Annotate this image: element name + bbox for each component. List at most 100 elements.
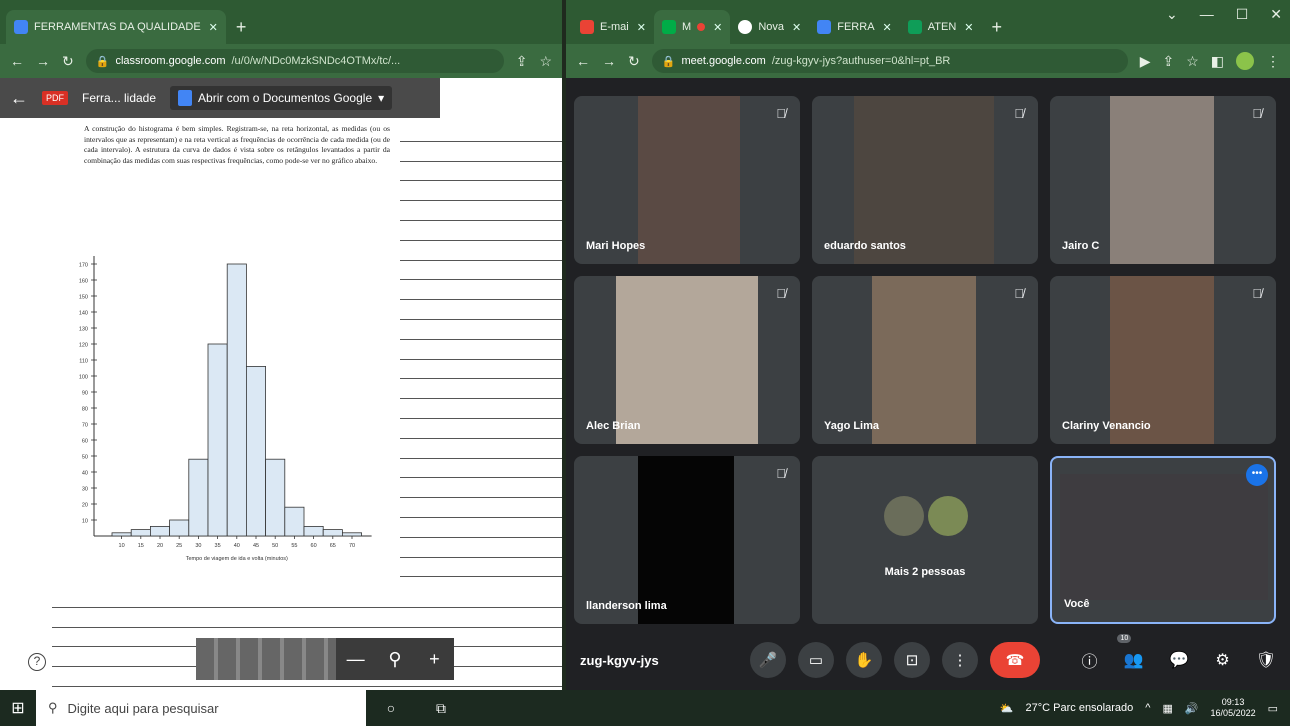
close-icon[interactable]: ✕ [637, 21, 646, 34]
profile-avatar[interactable] [1236, 52, 1254, 70]
end-call-button[interactable]: ☎ [990, 642, 1040, 678]
close-icon[interactable]: ✕ [964, 21, 973, 34]
help-icon[interactable]: ? [28, 653, 46, 671]
tab-search-icon[interactable]: ⌄ [1166, 6, 1178, 23]
back-arrow-icon[interactable]: ← [10, 88, 28, 109]
tab-nova[interactable]: Nova ✕ [730, 10, 809, 44]
raise-hand-button[interactable]: ✋ [846, 642, 882, 678]
participant-tile[interactable]: 🎙̸ Clariny Venancio [1050, 276, 1276, 444]
more-participants-label: Mais 2 pessoas [884, 566, 966, 578]
host-controls-icon[interactable]: 🛡 [1256, 650, 1276, 670]
bookmark-icon[interactable]: ☆ [1186, 53, 1199, 70]
tab-label: FERRAMENTAS DA QUALIDADE [34, 21, 201, 33]
mic-off-icon: 🎙̸ [1014, 286, 1024, 301]
y-tick-label: 150 [79, 295, 88, 301]
meet-address-bar-row: ← → ↻ 🔒 meet.google.com /zug-kgyv-jys?au… [566, 44, 1290, 78]
zoom-bar: — ⚲ + [196, 638, 454, 680]
close-icon[interactable]: ✕ [209, 21, 218, 34]
weather-text[interactable]: 27°C Parc ensolarado [1026, 702, 1134, 714]
task-view-icon[interactable]: ⧉ [416, 700, 466, 717]
date: 16/05/2022 [1210, 708, 1256, 718]
close-icon[interactable]: ✕ [713, 21, 722, 34]
weather-icon[interactable]: ⛅ [1000, 702, 1014, 715]
people-icon[interactable]: 👥 [1124, 650, 1144, 670]
camera-indicator-icon[interactable]: ▶ [1140, 53, 1151, 70]
close-window-icon[interactable]: ✕ [1270, 6, 1282, 23]
url-path: /zug-kgyv-jys?authuser=0&hl=pt_BR [771, 55, 951, 67]
chevron-down-icon: ▾ [378, 91, 385, 105]
mic-off-icon: 🎙̸ [1014, 106, 1024, 121]
participant-tile[interactable]: 🎙̸ Yago Lima [812, 276, 1038, 444]
zoom-in-button[interactable]: + [415, 649, 454, 670]
y-tick-label: 80 [82, 407, 88, 413]
reload-icon[interactable]: ↻ [628, 53, 640, 70]
volume-icon[interactable]: 🔊 [1185, 702, 1199, 715]
tab-ferramentas[interactable]: FERRAMENTAS DA QUALIDADE ✕ [6, 10, 226, 44]
new-tab-button[interactable]: + [982, 10, 1013, 44]
share-icon[interactable]: ⇪ [516, 53, 528, 70]
histogram-chart: 10 20 30 40 50 60 70 80 90 100 110 120 130 140 150 160 1… [79, 256, 372, 562]
forward-icon[interactable]: → [602, 53, 616, 69]
pdf-viewer: A construção do histograma é bem simples… [0, 78, 562, 690]
x-axis-label: Tempo de viagem de ida e volta (minutos) [186, 556, 288, 562]
x-tick-label: 50 [272, 543, 278, 549]
network-icon[interactable]: ▦ [1162, 702, 1172, 715]
notifications-icon[interactable]: ▭ [1268, 702, 1278, 715]
minimize-icon[interactable]: — [1200, 6, 1214, 23]
windows-start-icon[interactable]: ⊞ [0, 690, 36, 726]
video-feed [638, 456, 734, 624]
maximize-icon[interactable]: ☐ [1236, 6, 1249, 23]
x-tick-label: 25 [176, 543, 182, 549]
right-controls: ⓘ 👥 10 💬 ⚙ 🛡 [1081, 634, 1276, 672]
menu-icon[interactable]: ⋮ [1266, 53, 1280, 70]
present-button[interactable]: ⊡ [894, 642, 930, 678]
address-bar-row: ← → ↻ 🔒 classroom.google.com /u/0/w/NDc0… [0, 44, 562, 78]
tab-ferra[interactable]: FERRA ✕ [809, 10, 900, 44]
page-thumbnail[interactable] [196, 638, 336, 680]
y-tick-label: 170 [79, 263, 88, 269]
chat-icon[interactable]: 💬 [1169, 650, 1189, 670]
camera-button[interactable]: ▭ [798, 642, 834, 678]
participant-tile[interactable]: 🎙̸ Jairo C [1050, 96, 1276, 264]
mic-button[interactable]: 🎤 [750, 642, 786, 678]
close-icon[interactable]: ✕ [883, 21, 892, 34]
chrome-icon [738, 20, 753, 34]
tab-meet[interactable]: M ✕ [653, 10, 731, 44]
tab-email[interactable]: E-mai ✕ [572, 10, 654, 44]
activities-icon[interactable]: ⚙ [1215, 650, 1229, 670]
more-options-button[interactable]: ⋮ [942, 642, 978, 678]
participant-name: Alec Brian [586, 420, 641, 432]
sidepanel-icon[interactable]: ◧ [1211, 53, 1224, 70]
open-with-docs-button[interactable]: Abrir com o Documentos Google ▾ [170, 86, 393, 110]
participant-name: Jairo C [1062, 240, 1100, 252]
new-tab-button[interactable]: + [226, 10, 257, 44]
open-with-docs-label: Abrir com o Documentos Google [198, 91, 373, 105]
back-icon[interactable]: ← [10, 53, 24, 69]
more-options-icon[interactable]: ••• [1246, 464, 1268, 486]
info-icon[interactable]: ⓘ [1081, 648, 1097, 672]
url-field[interactable]: 🔒 classroom.google.com /u/0/w/NDc0MzkSND… [85, 49, 504, 73]
meet-url-field[interactable]: 🔒 meet.google.com /zug-kgyv-jys?authuser… [651, 49, 1128, 73]
people-count-badge: 10 [1117, 634, 1132, 643]
more-participants-tile[interactable]: Mais 2 pessoas [812, 456, 1038, 624]
close-icon[interactable]: ✕ [792, 21, 801, 34]
share-icon[interactable]: ⇪ [1162, 53, 1174, 70]
back-icon[interactable]: ← [576, 53, 590, 69]
self-tile[interactable]: ••• Você [1050, 456, 1276, 624]
zoom-out-button[interactable]: — [336, 649, 375, 670]
bookmark-icon[interactable]: ☆ [539, 53, 552, 70]
participant-tile[interactable]: 🎙̸ Alec Brian [574, 276, 800, 444]
taskbar-search[interactable]: ⚲ Digite aqui para pesquisar [36, 690, 366, 726]
participant-tile[interactable]: 🎙̸ Mari Hopes [574, 96, 800, 264]
reload-icon[interactable]: ↻ [62, 53, 74, 70]
participant-tile[interactable]: 🎙̸ eduardo santos [812, 96, 1038, 264]
lock-icon: 🔒 [661, 55, 676, 68]
participant-name: Você [1064, 598, 1090, 610]
ruled-lines-right [400, 122, 562, 578]
participant-tile[interactable]: 🎙̸ llanderson lima [574, 456, 800, 624]
cortana-icon[interactable]: ○ [366, 700, 416, 716]
tray-chevron-icon[interactable]: ^ [1145, 702, 1150, 714]
tab-aten[interactable]: ATEN ✕ [900, 10, 982, 44]
forward-icon[interactable]: → [36, 53, 50, 69]
clock[interactable]: 09:13 16/05/2022 [1211, 697, 1256, 719]
